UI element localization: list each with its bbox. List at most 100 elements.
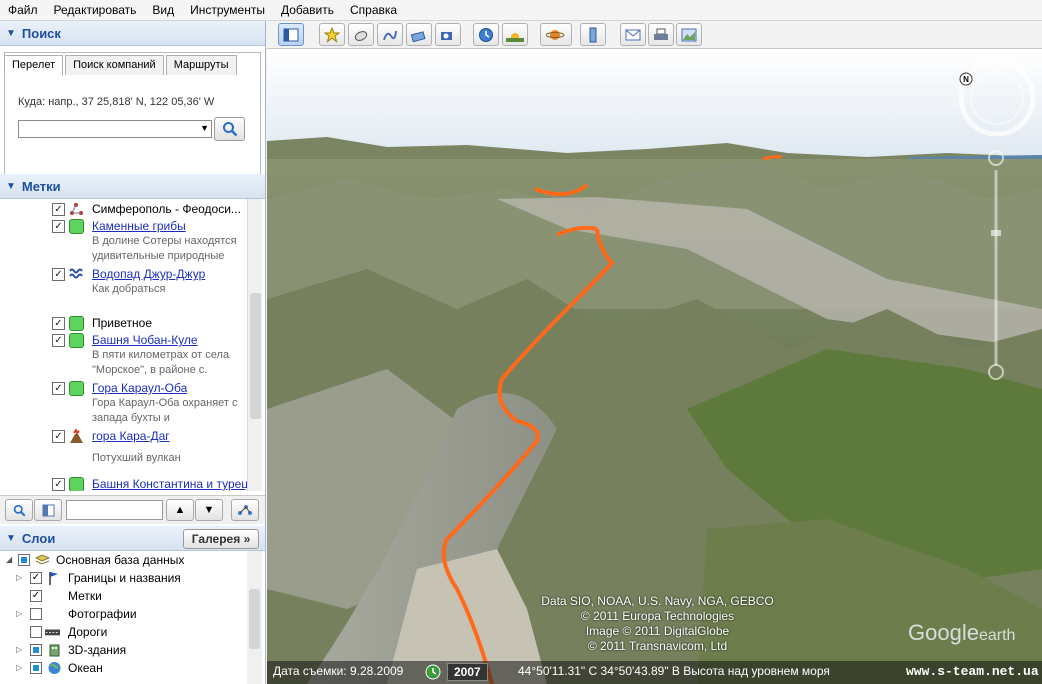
checkbox[interactable]: ✓ — [52, 220, 65, 233]
checkbox[interactable] — [30, 644, 42, 656]
menu-view[interactable]: Вид — [144, 0, 182, 21]
add-path-button[interactable] — [377, 23, 403, 46]
checkbox[interactable] — [30, 626, 42, 638]
layer-item[interactable]: Дороги — [16, 625, 246, 641]
layer-label: Дороги — [68, 625, 108, 639]
layer-item[interactable]: ▷ Океан — [16, 661, 246, 677]
printer-icon — [654, 28, 668, 40]
tour-button[interactable] — [231, 499, 259, 521]
list-item-link[interactable]: Каменные грибы — [92, 219, 186, 233]
list-item[interactable]: ✓ Гора Караул-Оба Гора Караул-Оба охраня… — [52, 381, 247, 427]
menu-tools[interactable]: Инструменты — [182, 0, 273, 21]
checkbox[interactable]: ✓ — [52, 430, 65, 443]
layer-item[interactable]: ▷ ✓ Границы и названия — [16, 571, 246, 587]
menu-file[interactable]: Файл — [0, 0, 46, 21]
list-item-link[interactable]: Гора Караул-Оба — [92, 381, 187, 395]
add-polygon-button[interactable] — [348, 23, 374, 46]
places-panel-header[interactable]: ▼ Метки — [0, 174, 265, 199]
list-item-link[interactable]: Башня Чобан-Куле — [92, 333, 198, 347]
scrollbar-thumb[interactable] — [249, 589, 260, 649]
expand-triangle-icon[interactable]: ▷ — [16, 609, 22, 618]
historical-clock-icon[interactable] — [425, 664, 441, 680]
checkbox[interactable] — [30, 608, 42, 620]
logo-google: Google — [908, 620, 979, 645]
list-item-link[interactable]: Водопад Джур-Джур — [92, 267, 205, 281]
places-filter-input[interactable] — [66, 500, 163, 520]
tab-fly-to[interactable]: Перелет — [4, 55, 64, 76]
record-tour-button[interactable] — [435, 23, 461, 46]
layers-scrollbar[interactable] — [247, 551, 262, 684]
list-item[interactable]: ✓ Водопад Джур-Джур Как добраться — [52, 267, 247, 299]
tab-directions[interactable]: Маршруты — [165, 55, 237, 75]
checkbox[interactable] — [18, 554, 30, 566]
move-up-button[interactable]: ▲ — [166, 499, 194, 521]
chevron-down-icon[interactable]: ▼ — [200, 123, 209, 133]
list-item-link[interactable]: Башня Константина и турец — [92, 477, 247, 491]
list-item-link[interactable]: гора Кара-Даг — [92, 429, 170, 443]
path-draw-icon — [383, 30, 397, 40]
checkbox[interactable]: ✓ — [52, 382, 65, 395]
layer-item[interactable]: ▷ Фотографии — [16, 607, 246, 623]
checkbox[interactable] — [30, 662, 42, 674]
navigation-compass[interactable]: N — [959, 60, 1035, 136]
checkbox[interactable]: ✓ — [52, 317, 65, 330]
camera-icon — [441, 31, 452, 40]
search-button[interactable] — [214, 117, 245, 141]
places-scrollbar[interactable] — [247, 199, 262, 491]
list-item[interactable]: ✓ Каменные грибы В долине Сотеры находят… — [52, 219, 247, 265]
menu-help[interactable]: Справка — [342, 0, 405, 21]
checkbox[interactable]: ✓ — [52, 268, 65, 281]
search-panel-header[interactable]: ▼ Поиск — [0, 21, 265, 46]
sidebar-toggle-button[interactable] — [278, 23, 304, 46]
add-overlay-button[interactable] — [406, 23, 432, 46]
earth-3d-view[interactable] — [267, 49, 1042, 684]
collapse-triangle-icon[interactable]: ▼ — [6, 28, 16, 39]
zoom-slider[interactable] — [988, 150, 1004, 380]
planet-switch-button[interactable] — [540, 23, 572, 46]
search-places-button[interactable] — [5, 499, 33, 521]
north-indicator-icon[interactable]: N — [963, 75, 969, 84]
tab-find-business[interactable]: Поиск компаний — [65, 55, 164, 75]
layer-item[interactable]: ◢ Основная база данных — [4, 553, 244, 569]
layer-item[interactable]: ✓ Метки — [16, 589, 246, 605]
list-item[interactable]: ✓ Башня Чобан-Куле В пяти километрах от … — [52, 333, 247, 379]
layer-item[interactable]: ▷ 3D-здания — [16, 643, 246, 659]
list-item-desc: Гора Караул-Оба охраняет с — [92, 397, 238, 409]
checkbox[interactable]: ✓ — [30, 572, 42, 584]
expand-triangle-icon[interactable]: ▷ — [16, 663, 22, 672]
menu-add[interactable]: Добавить — [273, 0, 342, 21]
email-button[interactable] — [620, 23, 646, 46]
attribution-line: © 2011 Transnavicom, Ltd — [587, 639, 728, 653]
list-item[interactable]: ✓ гора Кара-Даг Потухший вулкан — [52, 429, 247, 469]
checkbox[interactable]: ✓ — [30, 590, 42, 602]
checkbox[interactable]: ✓ — [52, 478, 65, 491]
historical-imagery-button[interactable] — [473, 23, 499, 46]
menu-edit[interactable]: Редактировать — [46, 0, 145, 21]
expand-triangle-icon[interactable]: ▷ — [16, 573, 22, 582]
destination-label-text: Куда: — [18, 96, 46, 108]
destination-input[interactable]: ▼ — [18, 120, 212, 138]
checkbox[interactable]: ✓ — [52, 334, 65, 347]
collapse-triangle-icon[interactable]: ▼ — [6, 533, 16, 544]
terrain-view[interactable] — [267, 49, 1042, 684]
double-chevron-right-icon: » — [243, 532, 251, 546]
move-down-button[interactable]: ▼ — [195, 499, 223, 521]
gallery-button[interactable]: Галерея » — [183, 529, 259, 549]
list-item[interactable]: ✓ Приветное — [52, 316, 247, 332]
list-item[interactable]: ✓ Симферополь - Феодоси... — [52, 202, 247, 218]
placemark-green-icon — [69, 333, 84, 348]
scrollbar-thumb[interactable] — [250, 293, 261, 419]
expand-triangle-icon[interactable]: ◢ — [6, 555, 12, 564]
polygon-icon — [354, 30, 368, 41]
add-placemark-button[interactable] — [319, 23, 345, 46]
expand-triangle-icon[interactable]: ▷ — [16, 645, 22, 654]
save-image-button[interactable] — [676, 23, 702, 46]
print-button[interactable] — [648, 23, 674, 46]
checkbox[interactable]: ✓ — [52, 203, 65, 216]
collapse-triangle-icon[interactable]: ▼ — [6, 181, 16, 192]
toggle-panel-button[interactable] — [34, 499, 62, 521]
sunlight-button[interactable] — [502, 23, 528, 46]
list-item[interactable]: ✓ Башня Константина и турец — [52, 477, 247, 491]
ruler-button[interactable] — [580, 23, 606, 46]
imagery-year-badge[interactable]: 2007 — [447, 663, 488, 681]
